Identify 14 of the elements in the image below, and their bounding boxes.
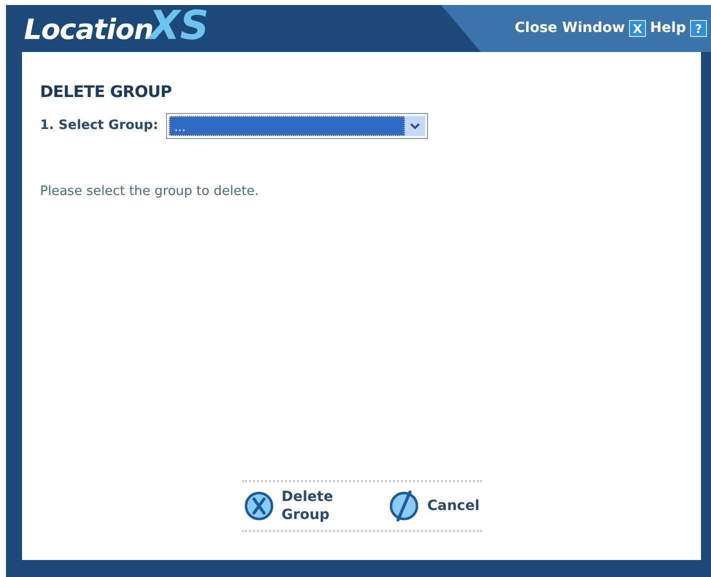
delete-group-button[interactable]: Delete Group bbox=[244, 488, 346, 524]
help-icon: ? bbox=[690, 20, 707, 37]
cancel-button[interactable]: Cancel bbox=[389, 489, 480, 523]
select-group-label: 1. Select Group: bbox=[40, 117, 158, 136]
select-value: ... bbox=[169, 116, 406, 136]
help-link[interactable]: Help ? bbox=[650, 18, 707, 39]
close-icon: X bbox=[628, 20, 646, 37]
page-title: DELETE GROUP bbox=[40, 81, 173, 103]
instruction-text: Please select the group to delete. bbox=[40, 183, 260, 201]
slashed-circle-icon bbox=[389, 489, 420, 523]
close-window-link[interactable]: Close Window X bbox=[514, 18, 646, 39]
cross-circle-icon bbox=[244, 491, 274, 521]
group-select[interactable]: ... bbox=[166, 113, 428, 139]
chevron-down-icon bbox=[410, 122, 420, 130]
